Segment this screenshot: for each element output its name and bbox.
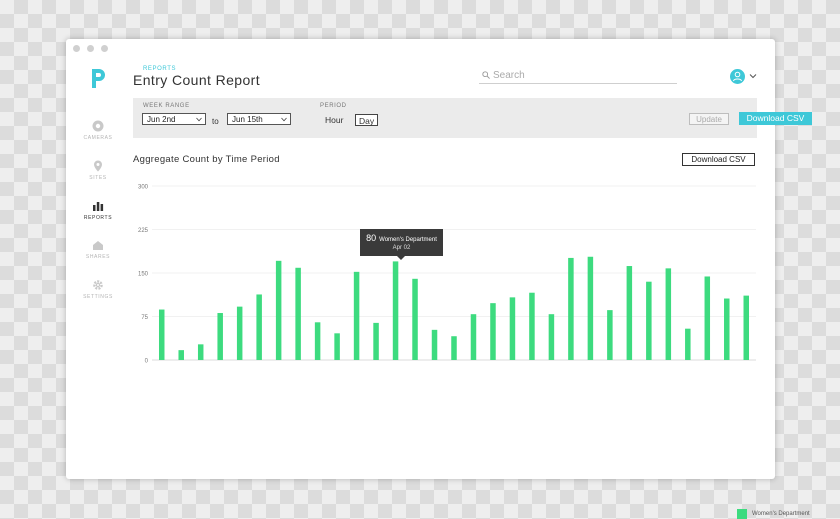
update-button[interactable]: Update [689,113,729,125]
chart-bar[interactable] [548,314,555,360]
chart-svg: 0 75 150 225 300 [138,185,756,365]
search-icon [482,71,490,79]
chart-bar[interactable] [685,328,691,360]
chevron-down-icon [196,117,202,122]
page-title: Entry Count Report [133,72,261,88]
legend-label: Women's Department [752,511,810,517]
user-icon [733,71,742,82]
chart-bar[interactable] [568,257,574,360]
download-csv-button-secondary[interactable]: Download CSV [682,153,755,166]
chart-bar[interactable] [724,298,730,360]
chart-bar[interactable] [334,333,340,360]
sidebar-item-label: SITES [89,175,107,181]
chart-bar[interactable] [529,292,535,360]
y-tick-label: 75 [141,315,148,321]
chart-bar[interactable] [704,276,711,360]
app-window: CAMERAS SITES REPORTS SHARES SETTINGS RE… [66,39,812,519]
chart-bar[interactable] [256,294,262,360]
chart-bar[interactable] [353,271,360,360]
chart-bar[interactable] [470,314,477,360]
y-tick-label: 225 [138,228,149,234]
chart-bar[interactable] [431,329,438,360]
chart-bar[interactable] [275,260,282,360]
search-input[interactable] [493,68,673,82]
sidebar: CAMERAS SITES REPORTS SHARES SETTINGS [66,57,130,477]
chart-bar[interactable] [646,281,652,360]
chevron-down-icon [281,117,287,122]
sidebar-item-reports[interactable]: REPORTS [66,200,130,221]
chart-bar[interactable] [509,297,516,360]
download-csv-button-primary[interactable]: Download CSV [739,112,812,125]
sidebar-item-label: REPORTS [83,215,113,221]
gear-icon [93,280,103,290]
chart-bar[interactable] [373,322,379,360]
chart-tooltip: 80 Women's Department Apr 02 [360,229,443,260]
chart-bar[interactable] [295,267,301,360]
period-option-day[interactable]: Day [355,114,379,126]
p-logo-icon[interactable] [90,67,107,89]
legend-swatch [737,509,747,519]
sidebar-item-settings[interactable]: SETTINGS [66,279,130,300]
y-tick-label: 0 [145,359,149,365]
chart-bar[interactable] [314,322,321,360]
avatar[interactable] [730,69,745,84]
sidebar-item-label: SETTINGS [83,294,113,300]
y-tick-label: 150 [138,272,149,278]
chart-bar[interactable] [178,350,184,360]
sidebar-item-label: SHARES [85,254,111,260]
week-start-value: Jun 2nd [147,115,176,124]
window-close-dot[interactable] [73,45,80,52]
sidebar-item-cameras[interactable]: CAMERAS [66,120,130,141]
chart-bar[interactable] [236,306,243,360]
camera-icon [92,120,104,132]
period-option-hour[interactable]: Hour [322,114,346,126]
search-box[interactable] [479,68,677,84]
tooltip-date: Apr 02 [392,245,411,251]
share-icon [93,241,103,250]
chart-bar[interactable] [217,313,223,360]
week-start-select[interactable]: Jun 2nd [142,113,206,125]
bar-chart-icon [93,202,104,211]
chevron-down-icon[interactable] [749,73,757,79]
chart-bar[interactable] [451,336,457,360]
window-titlebar [66,39,775,57]
chart-bar[interactable] [587,256,594,360]
chart-bar[interactable] [665,268,672,360]
chart-bar[interactable] [158,309,165,360]
to-label: to [212,117,219,126]
tooltip-value: 80 [366,233,377,243]
week-range-label: WEEK RANGE [143,103,190,109]
section-title: Aggregate Count by Time Period [133,154,280,165]
chart-bar[interactable] [197,344,204,360]
tooltip-series: Women's Department [379,237,437,243]
sidebar-item-shares[interactable]: SHARES [66,239,130,260]
chart-bar[interactable] [412,278,418,360]
window-minimize-dot[interactable] [87,45,94,52]
week-end-select[interactable]: Jun 15th [227,113,291,125]
window-maximize-dot[interactable] [101,45,108,52]
chart-bar[interactable] [743,295,750,360]
filter-bar: WEEK RANGE Jun 2nd to Jun 15th PERIOD Ho… [133,98,812,138]
chart-bar[interactable] [490,303,496,360]
chart-bar[interactable] [607,310,613,360]
chart-bar[interactable] [626,266,633,360]
sidebar-item-label: CAMERAS [83,135,113,141]
sidebar-item-sites[interactable]: SITES [66,160,130,181]
bar-chart: 0 75 150 225 300 Women's Department [132,177,810,519]
chart-bar[interactable] [392,261,399,360]
map-pin-icon [94,160,102,172]
y-tick-label: 300 [138,185,149,191]
period-label: PERIOD [320,103,347,109]
week-end-value: Jun 15th [232,115,263,124]
